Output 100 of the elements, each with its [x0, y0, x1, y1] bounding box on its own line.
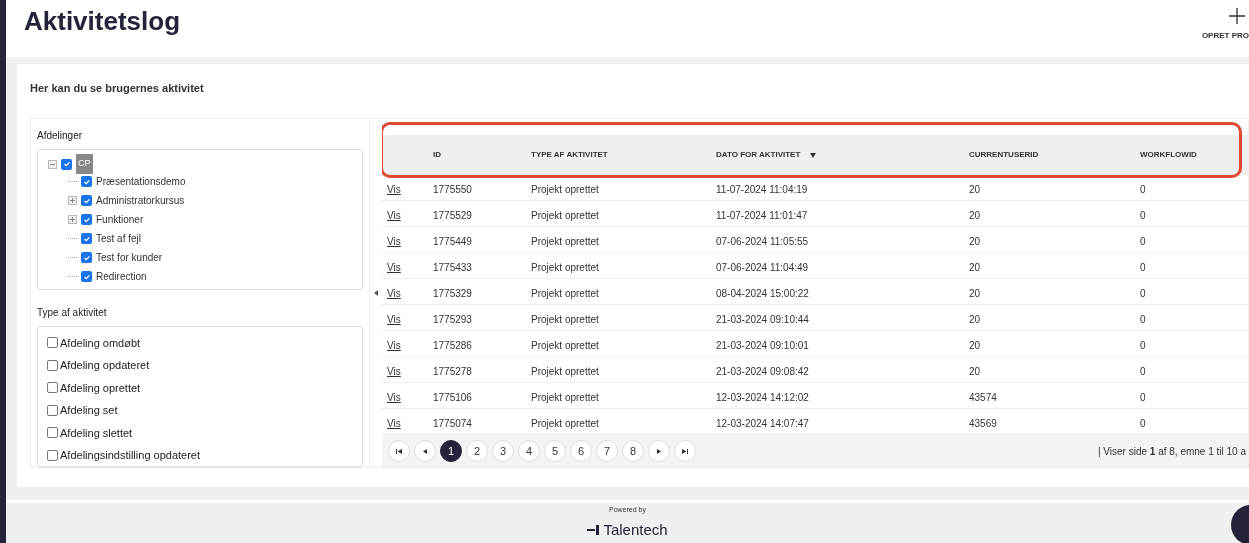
tree-node[interactable]: Administratorkursus — [96, 193, 185, 208]
activity-type-label[interactable]: Afdeling slettet — [60, 424, 133, 442]
table-cell: 20 — [969, 313, 981, 325]
page-button[interactable]: 6 — [570, 440, 592, 462]
view-link[interactable]: Vis — [387, 261, 401, 273]
activity-type-label[interactable]: Afdeling omdøbt — [60, 334, 141, 352]
tree-node[interactable]: Redirection — [96, 269, 147, 284]
last-page-icon — [682, 448, 688, 454]
sort-icon[interactable] — [810, 152, 817, 158]
checkbox[interactable] — [47, 404, 58, 416]
section-label: Afdelinger — [37, 129, 84, 143]
checkmark-icon — [82, 196, 91, 205]
checkbox[interactable] — [81, 176, 92, 187]
table-cell: 43574 — [969, 391, 997, 403]
table-cell: 0 — [1140, 235, 1146, 247]
table-cell: 0 — [1140, 183, 1146, 195]
page-button[interactable]: 7 — [596, 440, 618, 462]
table-cell: 1775278 — [433, 365, 472, 377]
page-button[interactable]: 1 — [440, 440, 462, 462]
view-link[interactable]: Vis — [387, 209, 401, 221]
section-label: Type af aktivitet — [37, 305, 108, 320]
checkbox[interactable] — [81, 271, 92, 282]
tree-node[interactable]: Præsentationsdemo — [96, 174, 186, 189]
collapse-icon[interactable] — [48, 159, 57, 169]
page-button[interactable]: 4 — [518, 440, 540, 462]
view-link[interactable]: Vis — [387, 287, 401, 299]
activity-type-label[interactable]: Afdelingsindstilling opdateret — [60, 447, 201, 464]
expand-icon[interactable] — [68, 215, 77, 224]
checkbox[interactable] — [61, 158, 72, 170]
first-page-icon — [396, 448, 402, 454]
activity-type-label[interactable]: Afdeling oprettet — [60, 379, 141, 397]
checkbox[interactable] — [47, 449, 58, 461]
table-cell: 1775293 — [433, 313, 472, 325]
table-cell: 1775529 — [433, 209, 472, 221]
table-cell: 0 — [1140, 365, 1146, 377]
table-cell: 1775449 — [433, 235, 472, 247]
previous-page-icon — [423, 448, 427, 454]
activity-type-label[interactable]: Afdeling set — [60, 402, 118, 419]
collapse-arrow-icon[interactable] — [374, 290, 378, 296]
table-cell: 0 — [1140, 287, 1146, 299]
brand-logo: Talentech — [587, 518, 668, 541]
table-cell: Projekt oprettet — [531, 391, 599, 403]
view-link[interactable]: Vis — [387, 235, 401, 247]
view-link[interactable]: Vis — [387, 339, 401, 351]
column-header[interactable]: ID — [433, 149, 441, 161]
table-cell: 1775329 — [433, 287, 472, 299]
table-cell: 20 — [969, 287, 981, 299]
create-button[interactable]: OPRET PRO — [1201, 8, 1249, 42]
checkmark-icon — [82, 215, 91, 224]
tree-node[interactable]: Funktioner — [96, 212, 144, 227]
checkbox[interactable] — [47, 337, 58, 349]
table-cell: 43569 — [969, 417, 997, 429]
table-cell: 11-07-2024 11:01:47 — [716, 209, 808, 221]
view-link[interactable]: Vis — [387, 391, 401, 403]
column-header[interactable]: TYPE AF AKTIVITET — [531, 149, 608, 161]
column-header[interactable]: WORKFLOWID — [1140, 149, 1197, 161]
column-header[interactable]: CURRENTUSERID — [969, 149, 1039, 161]
table-cell: 20 — [969, 209, 981, 221]
table-cell: 0 — [1140, 417, 1146, 429]
table-cell: Projekt oprettet — [531, 313, 599, 325]
checkmark-icon — [82, 272, 91, 281]
table-cell: 20 — [969, 235, 981, 247]
expand-icon[interactable] — [68, 196, 77, 205]
view-link[interactable]: Vis — [387, 365, 401, 377]
checkbox[interactable] — [81, 233, 92, 244]
table-cell: 0 — [1140, 339, 1146, 351]
checkbox[interactable] — [81, 195, 92, 206]
checkbox[interactable] — [81, 214, 92, 225]
page-button[interactable]: 5 — [544, 440, 566, 462]
column-header[interactable]: DATO FOR AKTIVITET — [716, 149, 817, 161]
table-cell: 20 — [969, 183, 981, 195]
view-link[interactable]: Vis — [387, 417, 401, 429]
table-cell: 1775106 — [433, 391, 472, 403]
table-cell: 21-03-2024 09:10:01 — [716, 339, 809, 351]
table-cell: 0 — [1140, 209, 1146, 221]
tree-node[interactable]: CP — [76, 154, 93, 174]
table-cell: 0 — [1140, 313, 1146, 325]
checkbox[interactable] — [47, 427, 58, 439]
page-button[interactable]: 3 — [492, 440, 514, 462]
table-cell: 1775074 — [433, 417, 472, 429]
table-cell: Projekt oprettet — [531, 365, 599, 377]
checkbox[interactable] — [81, 252, 92, 263]
tree-node[interactable]: Test af fejl — [96, 231, 142, 246]
page-title: Aktivitetslog — [24, 5, 181, 38]
checkbox[interactable] — [47, 359, 58, 371]
tree-node[interactable]: Test for kunder — [96, 250, 163, 265]
activity-type-label[interactable]: Afdeling opdateret — [60, 357, 150, 374]
table-cell: 20 — [969, 339, 981, 351]
page-button[interactable]: 2 — [466, 440, 488, 462]
first-page-button[interactable] — [388, 440, 410, 462]
table-cell: Projekt oprettet — [531, 261, 599, 273]
table-cell: 20 — [969, 365, 981, 377]
table-cell: Projekt oprettet — [531, 417, 599, 429]
table-cell: 12-03-2024 14:07:47 — [716, 417, 809, 429]
table-cell: 11-07-2024 11:04:19 — [716, 183, 808, 195]
view-link[interactable]: Vis — [387, 183, 401, 195]
checkbox[interactable] — [47, 382, 58, 394]
page-button[interactable]: 8 — [622, 440, 644, 462]
last-page-button[interactable] — [674, 440, 696, 462]
view-link[interactable]: Vis — [387, 313, 401, 325]
